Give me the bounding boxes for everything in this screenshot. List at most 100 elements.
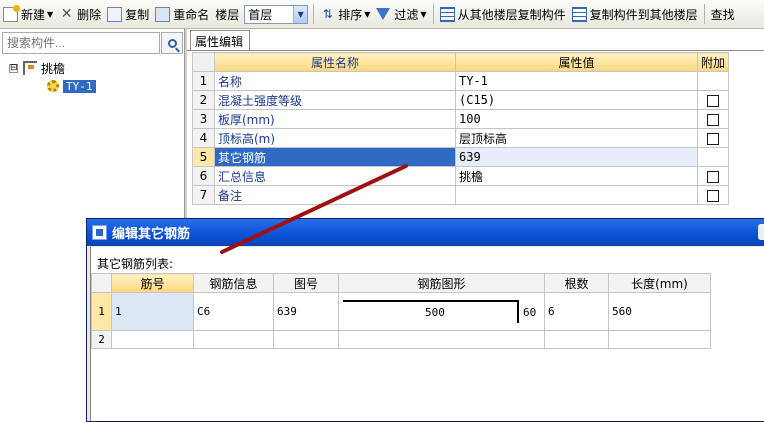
shape-no-cell[interactable]: 639 xyxy=(273,292,339,331)
count-cell[interactable] xyxy=(544,330,609,349)
shape-hook-label: 60 xyxy=(523,306,537,319)
toolbar-divider xyxy=(313,4,315,24)
tree-node-root-label: 挑檐 xyxy=(41,61,66,76)
copy-to-other-floor-button[interactable]: 复制构件到其他楼层 xyxy=(569,2,701,26)
bar-info-cell[interactable] xyxy=(193,330,274,349)
new-button[interactable]: 新建 ▼ xyxy=(0,2,56,26)
row-number: 6 xyxy=(192,166,215,186)
toolbar-divider xyxy=(703,4,705,24)
row-number: 5 xyxy=(192,147,215,167)
delete-button[interactable]: ✕ 删除 xyxy=(56,2,104,26)
rename-button[interactable]: 重命名 xyxy=(152,2,212,26)
property-value-cell[interactable]: TY-1 xyxy=(455,71,698,91)
dialog-title: 编辑其它钢筋 xyxy=(112,227,191,242)
shape-cell[interactable] xyxy=(338,330,545,349)
collapse-icon[interactable]: ⊟ xyxy=(9,63,18,73)
copy-from-other-floor-button[interactable]: 从其他楼层复制构件 xyxy=(437,2,569,26)
filter-button[interactable]: 过滤 ▼ xyxy=(373,2,429,26)
copy-button[interactable]: 复制 xyxy=(104,2,152,26)
property-row[interactable]: 6 汇总信息 挑檐 xyxy=(192,166,730,186)
sort-icon: ⇅ xyxy=(322,6,333,21)
property-value-cell[interactable]: 639 xyxy=(455,147,698,167)
tab-property-edit[interactable]: 属性编辑 xyxy=(190,30,250,50)
rebar-row[interactable]: 2 xyxy=(91,330,711,349)
property-value-cell[interactable]: 100 xyxy=(455,109,698,129)
copy-to-floor-icon xyxy=(571,6,587,22)
rename-icon xyxy=(155,6,171,22)
row-number: 2 xyxy=(192,90,215,110)
shape-cell[interactable]: 500 60 xyxy=(338,292,545,331)
property-row[interactable]: 4 顶标高(m) 层顶标高 xyxy=(192,128,730,148)
rebar-table-header: 筋号 钢筋信息 图号 钢筋图形 根数 长度(mm) xyxy=(91,273,711,293)
copy-from-floor-icon xyxy=(439,6,455,22)
property-name: 名称 xyxy=(214,71,456,91)
extra-checkbox[interactable] xyxy=(707,189,719,202)
floor-select-value: 首层 xyxy=(248,7,273,22)
length-cell[interactable]: 560 xyxy=(608,292,711,331)
extra-checkbox[interactable] xyxy=(707,170,719,183)
header-property-value: 属性值 xyxy=(455,52,698,72)
find-label: 查找 xyxy=(710,7,735,22)
header-bar-info: 钢筋信息 xyxy=(193,273,274,293)
bar-no-cell[interactable] xyxy=(111,330,194,349)
property-row[interactable]: 3 板厚(mm) 100 xyxy=(192,109,730,129)
copy-icon xyxy=(107,6,123,22)
row-number: 1 xyxy=(192,71,215,91)
dialog-title-bar[interactable]: 编辑其它钢筋 xyxy=(87,219,764,246)
extra-checkbox[interactable] xyxy=(707,94,719,107)
rename-label: 重命名 xyxy=(173,7,210,22)
property-row[interactable]: 1 名称 TY-1 xyxy=(192,71,730,91)
property-name: 板厚(mm) xyxy=(214,109,456,129)
search-button[interactable] xyxy=(161,32,183,54)
row-number: 3 xyxy=(192,109,215,129)
bar-info-cell[interactable]: C6 xyxy=(193,292,274,331)
header-shape-no: 图号 xyxy=(273,273,339,293)
property-table: 属性名称 属性值 附加 1 名称 TY-1 2 混凝土强度等级 (C15) 3 … xyxy=(192,52,730,205)
extra-checkbox[interactable] xyxy=(707,113,719,126)
shape-no-cell[interactable] xyxy=(273,330,339,349)
copy-from-floor-label: 从其他楼层复制构件 xyxy=(457,7,566,22)
extra-cell xyxy=(696,128,730,148)
extra-cell xyxy=(696,185,730,205)
main-toolbar: 新建 ▼ ✕ 删除 复制 重命名 楼层 首层 ▼ ⇅ 排序 ▼ 过滤 ▼ 从其他… xyxy=(0,0,764,29)
toolbar-divider xyxy=(432,4,434,24)
extra-cell xyxy=(696,109,730,129)
delete-icon: ✕ xyxy=(60,5,73,22)
tree-node-root[interactable]: ⊟ 挑檐 xyxy=(0,59,183,77)
search-input[interactable] xyxy=(2,32,160,54)
extra-cell xyxy=(696,71,730,91)
property-value-cell[interactable]: 层顶标高 xyxy=(455,128,698,148)
rebar-row[interactable]: 1 1 C6 639 500 60 6 560 xyxy=(91,292,711,331)
sort-button[interactable]: ⇅ 排序 ▼ xyxy=(317,2,373,26)
header-length: 长度(mm) xyxy=(608,273,711,293)
property-row[interactable]: 7 备注 xyxy=(192,185,730,205)
edit-other-rebar-dialog: 编辑其它钢筋 其它钢筋列表: 筋号 钢筋信息 图号 钢筋图形 根数 长度(mm)… xyxy=(86,218,764,422)
filter-dropdown-caret-icon: ▼ xyxy=(420,9,427,19)
count-cell[interactable]: 6 xyxy=(544,292,609,331)
tree-node-child[interactable]: TY-1 xyxy=(0,77,183,95)
search-icon xyxy=(167,38,177,48)
property-row-selected[interactable]: 5 其它钢筋 639 xyxy=(192,147,730,167)
row-number: 7 xyxy=(192,185,215,205)
extra-checkbox[interactable] xyxy=(707,132,719,145)
chevron-down-icon[interactable]: ▼ xyxy=(293,5,308,23)
dialog-app-icon xyxy=(92,225,107,240)
tree-node-child-label: TY-1 xyxy=(63,79,96,93)
floor-select[interactable]: 首层 ▼ xyxy=(244,4,309,24)
rebar-list-label: 其它钢筋列表: xyxy=(97,257,174,271)
close-icon[interactable] xyxy=(758,224,764,240)
bar-no-cell[interactable]: 1 xyxy=(111,292,194,331)
find-button[interactable]: 查找 xyxy=(708,2,738,26)
property-value-cell[interactable]: (C15) xyxy=(455,90,698,110)
property-value-cell[interactable]: 挑檐 xyxy=(455,166,698,186)
property-table-header: 属性名称 属性值 附加 xyxy=(192,52,730,72)
extra-cell xyxy=(696,147,730,167)
property-row[interactable]: 2 混凝土强度等级 (C15) xyxy=(192,90,730,110)
property-name: 汇总信息 xyxy=(214,166,456,186)
length-cell[interactable] xyxy=(608,330,711,349)
rebar-table: 筋号 钢筋信息 图号 钢筋图形 根数 长度(mm) 1 1 C6 639 500 xyxy=(91,273,711,349)
tab-divider xyxy=(187,50,764,51)
extra-cell xyxy=(696,166,730,186)
extra-cell xyxy=(696,90,730,110)
property-value-cell[interactable] xyxy=(455,185,698,205)
